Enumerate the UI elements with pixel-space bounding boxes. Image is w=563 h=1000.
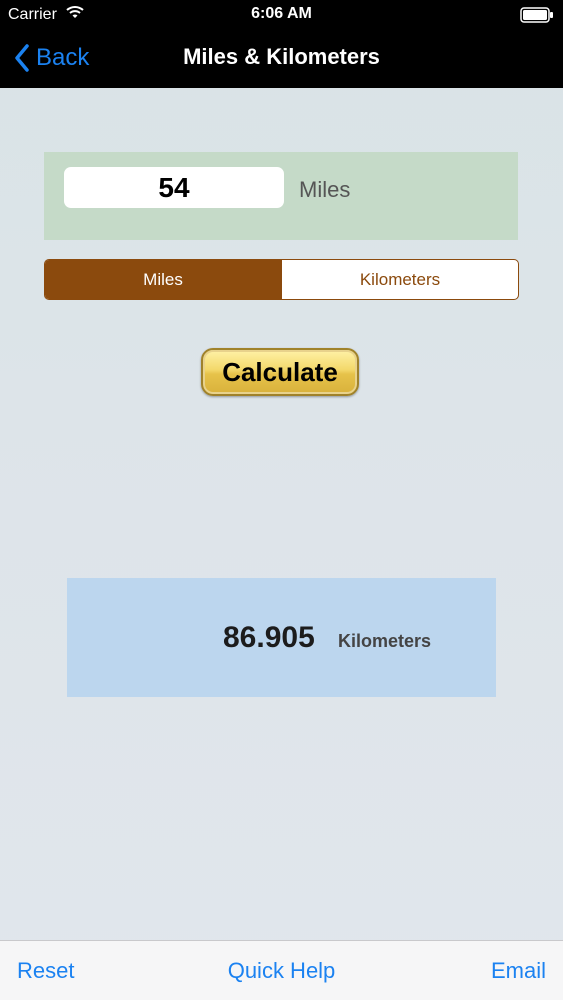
top-bar: Carrier 6:06 AM Back Miles & Kilometers	[0, 0, 563, 88]
value-input[interactable]	[64, 167, 284, 208]
quick-help-button[interactable]: Quick Help	[0, 958, 563, 984]
input-panel: Miles	[44, 152, 518, 240]
segment-miles[interactable]: Miles	[45, 260, 281, 299]
status-time: 6:06 AM	[251, 5, 312, 22]
status-bar: Carrier 6:06 AM	[0, 0, 563, 30]
result-unit-label: Kilometers	[338, 631, 432, 651]
input-unit-label: Miles	[299, 177, 351, 202]
battery-icon	[520, 7, 554, 28]
email-button[interactable]: Email	[491, 958, 546, 984]
result-panel: 86.905 Kilometers	[67, 578, 496, 697]
bottom-toolbar: Reset Quick Help Email	[0, 940, 563, 1000]
result-value: 86.905	[223, 621, 315, 654]
unit-segmented-control[interactable]: Miles Kilometers	[44, 259, 519, 300]
segment-kilometers[interactable]: Kilometers	[281, 260, 518, 299]
calculate-button[interactable]: Calculate	[201, 348, 359, 396]
page-title: Miles & Kilometers	[183, 44, 380, 69]
navigation-bar: Back Miles & Kilometers	[0, 30, 563, 88]
